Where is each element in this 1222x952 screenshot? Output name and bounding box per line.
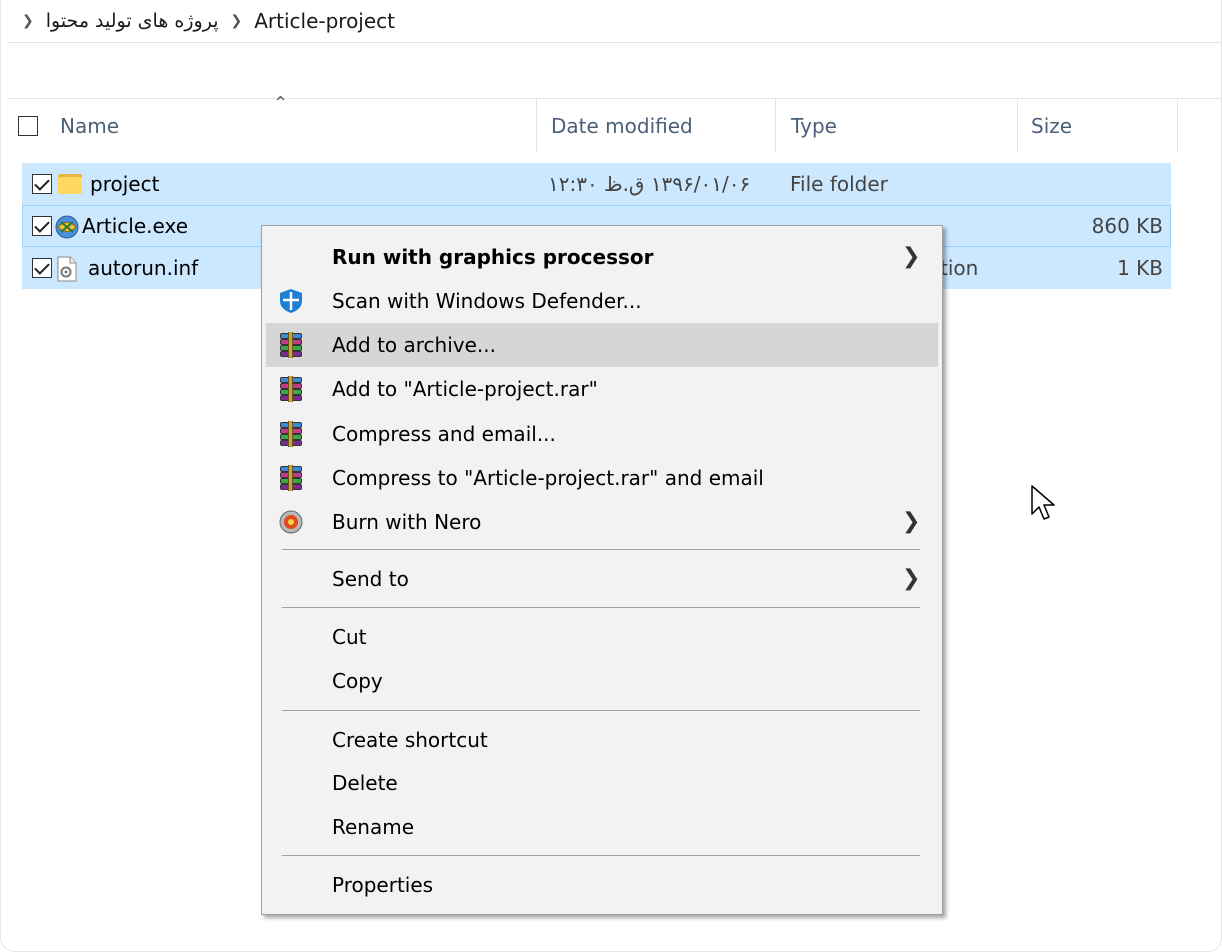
folder-icon bbox=[58, 172, 82, 196]
column-divider[interactable] bbox=[775, 99, 776, 152]
file-name: autorun.inf bbox=[88, 256, 199, 280]
column-divider[interactable] bbox=[1177, 99, 1178, 152]
file-size: 1 KB bbox=[1117, 256, 1163, 280]
menu-separator bbox=[282, 607, 920, 608]
column-header-row: ⌃ Name Date modified Type Size bbox=[8, 93, 1222, 152]
menu-item-label: Cut bbox=[332, 625, 367, 649]
menu-separator bbox=[282, 549, 920, 550]
column-header-date-label: Date modified bbox=[551, 113, 693, 138]
menu-item-label: Add to "Article-project.rar" bbox=[332, 377, 598, 401]
chevron-right-icon: ❯ bbox=[902, 566, 921, 591]
menu-item-copy[interactable]: Copy bbox=[266, 659, 938, 703]
windows-defender-icon bbox=[278, 288, 304, 314]
chevron-right-icon[interactable]: ❯ bbox=[22, 13, 34, 29]
menu-item-compress-and-email[interactable]: Compress and email... bbox=[266, 412, 938, 456]
file-type: tion bbox=[940, 256, 979, 280]
menu-item-delete[interactable]: Delete bbox=[266, 761, 938, 805]
menu-item-rename[interactable]: Rename bbox=[266, 805, 938, 849]
mouse-cursor-icon bbox=[1031, 485, 1055, 520]
menu-item-label: Compress to "Article-project.rar" and em… bbox=[332, 466, 764, 490]
menu-item-label: Scan with Windows Defender... bbox=[332, 289, 642, 313]
file-row-project[interactable]: project ۱۳۹۶/۰۱/۰۶ ق.ظ ۱۲:۳۰ File folder bbox=[22, 163, 1171, 205]
breadcrumb-item-content-projects[interactable]: پروژه های تولید محتوا bbox=[46, 10, 219, 32]
column-header-size-label: Size bbox=[1031, 113, 1073, 138]
row-checkbox[interactable] bbox=[32, 258, 52, 278]
column-header-type-label: Type bbox=[791, 113, 837, 138]
menu-item-run-with-graphics-processor[interactable]: Run with graphics processor ❯ bbox=[266, 235, 938, 279]
winrar-icon bbox=[278, 332, 304, 358]
menu-item-cut[interactable]: Cut bbox=[266, 615, 938, 659]
menu-item-label: Create shortcut bbox=[332, 728, 488, 752]
breadcrumb-item-article-project[interactable]: Article-project bbox=[254, 9, 395, 33]
breadcrumb-divider bbox=[8, 42, 1222, 43]
column-header-size[interactable]: Size bbox=[1019, 99, 1177, 152]
chevron-right-icon: ❯ bbox=[902, 509, 921, 534]
menu-item-add-to-archive[interactable]: Add to archive... bbox=[266, 323, 938, 367]
menu-item-label: Copy bbox=[332, 669, 383, 693]
menu-item-properties[interactable]: Properties bbox=[266, 863, 938, 907]
menu-item-compress-to-rar-and-email[interactable]: Compress to "Article-project.rar" and em… bbox=[266, 456, 938, 500]
file-date-modified: ۱۳۹۶/۰۱/۰۶ ق.ظ ۱۲:۳۰ bbox=[548, 172, 751, 196]
column-header-type[interactable]: Type bbox=[779, 99, 1017, 152]
settings-file-icon bbox=[56, 256, 80, 282]
column-divider[interactable] bbox=[1017, 99, 1018, 152]
menu-item-create-shortcut[interactable]: Create shortcut bbox=[266, 718, 938, 762]
menu-item-label: Send to bbox=[332, 567, 409, 591]
file-size: 860 KB bbox=[1091, 214, 1163, 238]
breadcrumb: ❯ پروژه های تولید محتوا ❯ Article-projec… bbox=[10, 6, 395, 36]
menu-item-label: Compress and email... bbox=[332, 422, 556, 446]
menu-item-send-to[interactable]: Send to ❯ bbox=[266, 557, 938, 601]
menu-item-label: Burn with Nero bbox=[332, 510, 482, 534]
menu-item-label: Add to archive... bbox=[332, 333, 496, 357]
menu-item-label: Rename bbox=[332, 815, 415, 839]
chevron-right-icon[interactable]: ❯ bbox=[230, 13, 242, 29]
file-name: project bbox=[90, 172, 160, 196]
application-icon bbox=[54, 214, 79, 239]
menu-item-label: Properties bbox=[332, 873, 434, 897]
menu-item-label: Delete bbox=[332, 771, 398, 795]
context-menu: Run with graphics processor ❯ Scan with … bbox=[261, 225, 943, 915]
nero-icon bbox=[278, 509, 304, 535]
file-name: Article.exe bbox=[82, 214, 188, 238]
column-header-name-label: Name bbox=[60, 113, 120, 138]
menu-item-burn-with-nero[interactable]: Burn with Nero ❯ bbox=[266, 500, 938, 544]
select-all-checkbox[interactable] bbox=[18, 115, 38, 136]
column-header-date-modified[interactable]: Date modified bbox=[539, 99, 775, 152]
column-divider[interactable] bbox=[536, 99, 537, 152]
winrar-icon bbox=[278, 376, 304, 402]
row-checkbox[interactable] bbox=[32, 216, 52, 236]
menu-item-scan-with-windows-defender[interactable]: Scan with Windows Defender... bbox=[266, 279, 938, 323]
file-type: File folder bbox=[790, 172, 888, 196]
menu-item-label: Run with graphics processor bbox=[332, 245, 654, 269]
menu-separator bbox=[282, 710, 920, 711]
column-header-name[interactable]: Name bbox=[8, 99, 536, 152]
winrar-icon bbox=[278, 421, 304, 447]
row-checkbox[interactable] bbox=[32, 174, 52, 194]
menu-item-add-to-article-project-rar[interactable]: Add to "Article-project.rar" bbox=[266, 367, 938, 411]
chevron-right-icon: ❯ bbox=[902, 244, 921, 269]
winrar-icon bbox=[278, 465, 304, 491]
menu-separator bbox=[282, 855, 920, 856]
